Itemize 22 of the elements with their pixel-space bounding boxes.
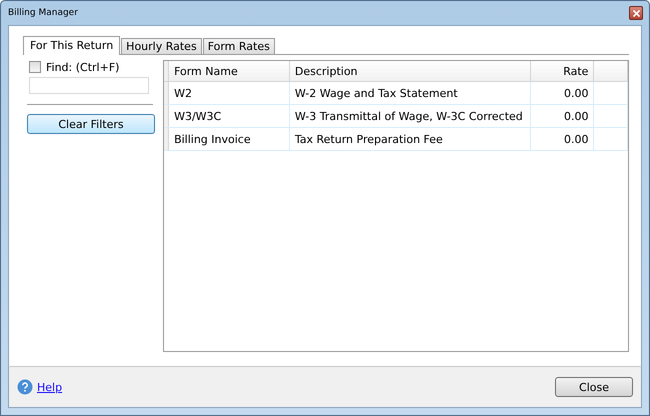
tab[interactable]: For This Return bbox=[23, 36, 120, 55]
close-icon[interactable] bbox=[629, 6, 643, 20]
column-header[interactable]: Description bbox=[294, 64, 358, 78]
window-title: Billing Manager bbox=[8, 8, 78, 18]
tab[interactable]: Hourly Rates bbox=[121, 38, 202, 54]
table-cell: W-2 Wage and Tax Statement bbox=[294, 86, 458, 100]
table-cell: 0.00 bbox=[564, 132, 588, 146]
clear-filters-button[interactable]: Clear Filters bbox=[27, 114, 155, 134]
help-icon bbox=[17, 379, 33, 395]
find-label: Find: (Ctrl+F) bbox=[46, 60, 120, 74]
table-cell: W3/W3C bbox=[174, 110, 222, 122]
table-cell: W2 bbox=[174, 86, 192, 100]
close-button[interactable]: Close bbox=[555, 377, 633, 397]
table-cell: W-3 Transmittal of Wage, W-3C Corrected bbox=[294, 110, 523, 122]
table-cell: 0.00 bbox=[564, 110, 588, 122]
tab[interactable]: Form Rates bbox=[202, 38, 275, 54]
table-cell: Tax Return Preparation Fee bbox=[294, 132, 443, 146]
table-cell: Billing Invoice bbox=[174, 132, 251, 146]
table-cell: 0.00 bbox=[564, 86, 588, 100]
help-link[interactable]: Help bbox=[37, 380, 62, 394]
find-field[interactable] bbox=[29, 77, 149, 94]
checkbox[interactable] bbox=[29, 61, 41, 73]
